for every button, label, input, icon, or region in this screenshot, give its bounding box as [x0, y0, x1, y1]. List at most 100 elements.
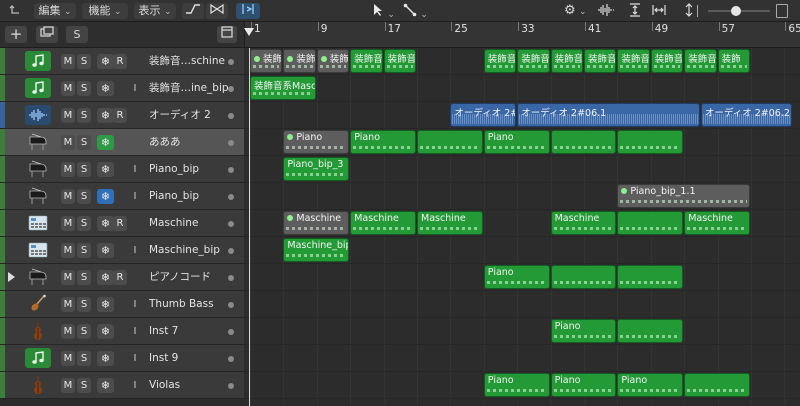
region[interactable] [617, 211, 684, 235]
region[interactable]: 装飾音 [550, 49, 583, 73]
catch-playhead-button[interactable] [236, 3, 260, 19]
global-tracks-button[interactable] [217, 26, 237, 43]
mute-button[interactable]: M [61, 216, 75, 231]
vertical-fit-button[interactable] [628, 3, 642, 19]
region[interactable]: オーディオ 2#06.1 [517, 103, 700, 127]
track-name[interactable]: Inst 7 [149, 324, 229, 339]
drum-machine-icon[interactable] [25, 240, 51, 260]
input-monitor-button[interactable]: I [128, 81, 142, 96]
freeze-icon[interactable]: ❄ [97, 324, 114, 339]
track-row[interactable]: M S ❄ I Inst 7 [0, 318, 244, 345]
track-row[interactable]: M S ❄ I Piano_bip [0, 156, 244, 183]
region[interactable]: 装飾 [316, 49, 350, 73]
track-row[interactable]: M S ❄ R ピアノコード [0, 264, 244, 291]
grand-piano-icon[interactable] [25, 267, 51, 287]
mute-button[interactable]: M [61, 243, 75, 258]
mute-button[interactable]: M [61, 297, 75, 312]
freeze-icon[interactable]: ❄ [97, 54, 114, 69]
track-name[interactable]: Violas [149, 378, 229, 393]
freeze-icon[interactable]: ❄ [97, 270, 114, 285]
input-monitor-button[interactable]: I [128, 297, 142, 312]
record-enable-button[interactable]: R [113, 216, 127, 231]
region[interactable]: Maschine [550, 211, 617, 235]
region[interactable]: Piano [617, 373, 684, 397]
region[interactable]: Maschine [684, 211, 750, 235]
region[interactable]: Maschine [417, 211, 483, 235]
track-row[interactable]: M S ❄ I Maschine_bip [0, 237, 244, 264]
grand-piano-icon[interactable] [25, 159, 51, 179]
solo-button[interactable]: S [77, 162, 91, 177]
global-solo-button[interactable]: S [66, 26, 88, 43]
track-name[interactable]: 装飾音…schine [149, 54, 229, 69]
violin-icon[interactable] [25, 375, 51, 395]
solo-button[interactable]: S [77, 135, 91, 150]
duplicate-track-button[interactable] [36, 26, 58, 43]
record-enable-button[interactable]: R [113, 270, 127, 285]
region[interactable]: Maschine [350, 211, 416, 235]
region[interactable]: 装飾音 [617, 49, 650, 73]
freeze-icon[interactable]: ❄ [97, 162, 114, 177]
region[interactable]: オーディオ 2#06 [450, 103, 517, 127]
region[interactable]: オーディオ 2#06.2 [700, 103, 792, 127]
freeze-icon[interactable]: ❄ [97, 378, 114, 393]
disclosure-triangle-icon[interactable] [8, 272, 15, 282]
track-row[interactable]: M S ❄ R Maschine [0, 210, 244, 237]
mute-button[interactable]: M [61, 270, 75, 285]
function-menu[interactable]: 機能 ⌄ [82, 3, 128, 19]
track-row[interactable]: M S ❄ I 装飾音…ine_bip [0, 75, 244, 102]
track-row[interactable]: M S ❄ あああ [0, 129, 244, 156]
automation-curve-button[interactable] [182, 3, 204, 19]
region[interactable]: 装飾音系 [650, 49, 684, 73]
violin-icon[interactable] [25, 321, 51, 341]
solo-button[interactable]: S [77, 54, 91, 69]
freeze-icon[interactable]: ❄ [97, 81, 114, 96]
freeze-icon[interactable]: ❄ [97, 243, 114, 258]
freeze-icon[interactable]: ❄ [97, 216, 114, 231]
solo-button[interactable]: S [77, 297, 91, 312]
midi-icon[interactable] [25, 78, 51, 98]
grand-piano-icon[interactable] [25, 132, 51, 152]
region[interactable] [684, 373, 750, 397]
region[interactable]: 装飾 [717, 49, 750, 73]
flex-button[interactable] [206, 3, 228, 19]
solo-button[interactable]: S [77, 108, 91, 123]
track-row[interactable]: M S ❄ I Thumb Bass [0, 291, 244, 318]
track-row[interactable]: M S ❄ I Piano_bip [0, 183, 244, 210]
mute-button[interactable]: M [61, 81, 75, 96]
solo-button[interactable]: S [77, 378, 91, 393]
mute-button[interactable]: M [61, 108, 75, 123]
region[interactable]: Piano [350, 130, 416, 154]
region[interactable] [550, 130, 617, 154]
region[interactable]: 装飾音 [483, 49, 517, 73]
track-name[interactable]: Maschine [149, 216, 229, 231]
region[interactable] [417, 130, 483, 154]
input-monitor-button[interactable]: I [128, 324, 142, 339]
input-monitor-button[interactable]: I [128, 189, 142, 204]
solo-button[interactable]: S [77, 243, 91, 258]
input-monitor-button[interactable]: I [128, 162, 142, 177]
region[interactable] [617, 265, 684, 289]
mute-button[interactable]: M [61, 162, 75, 177]
track-row[interactable]: M S ❄ I Violas [0, 372, 244, 399]
secondary-tool-menu[interactable]: ⌄ [403, 3, 428, 20]
input-monitor-button[interactable]: I [128, 351, 142, 366]
mute-button[interactable]: M [61, 378, 75, 393]
region[interactable]: Piano [550, 319, 617, 343]
arrange-area[interactable]: 装飾音装飾装飾装飾音装飾音系装飾音装飾音装飾音装飾音装飾音装飾音系装飾音装飾装飾… [245, 48, 800, 406]
track-name[interactable]: Inst 9 [149, 351, 229, 366]
region[interactable]: Piano [483, 265, 550, 289]
record-enable-button[interactable]: R [113, 54, 127, 69]
track-row[interactable]: M S ❄ I Inst 9 [0, 345, 244, 372]
snap-settings-menu[interactable]: ⚙ ⌄ [564, 3, 587, 19]
view-menu[interactable]: 表示 ⌄ [134, 3, 176, 19]
solo-button[interactable]: S [77, 270, 91, 285]
midi-icon[interactable] [25, 348, 51, 368]
solo-button[interactable]: S [77, 81, 91, 96]
mute-button[interactable]: M [61, 135, 75, 150]
bar-ruler[interactable]: 1 9 17 25 33 41 49 57 65 [244, 22, 800, 48]
freeze-icon[interactable]: ❄ [97, 351, 114, 366]
region[interactable]: Maschine [283, 211, 350, 235]
track-name[interactable]: 装飾音…ine_bip [149, 81, 229, 96]
freeze-icon[interactable]: ❄ [97, 108, 114, 123]
audio-waveform-icon[interactable] [25, 105, 51, 125]
